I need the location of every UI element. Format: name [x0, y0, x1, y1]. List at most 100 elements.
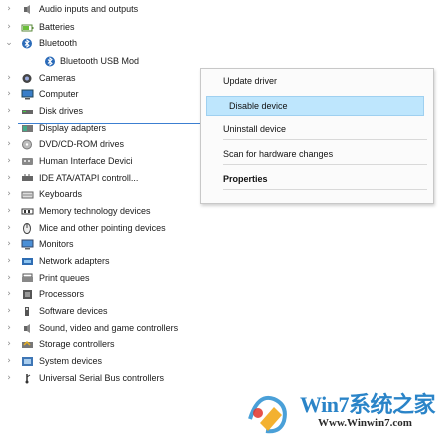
menu-item-properties[interactable]: Properties: [201, 170, 433, 188]
expand-chevron-icon: [4, 55, 14, 68]
tree-item[interactable]: › Software devices: [0, 305, 300, 318]
speaker-icon: [21, 323, 34, 334]
menu-item-update-driver[interactable]: Update driver: [201, 72, 433, 90]
menu-item-label: Properties: [223, 174, 268, 184]
tree-item[interactable]: › Sound, video and game controllers: [0, 322, 300, 335]
tree-item[interactable]: › Processors: [0, 288, 300, 301]
tree-item[interactable]: › Storage controllers: [0, 338, 300, 351]
expand-chevron-icon[interactable]: ›: [4, 3, 14, 16]
expand-chevron-icon[interactable]: ›: [4, 188, 14, 201]
bluetooth-icon: [21, 38, 34, 49]
expand-chevron-icon[interactable]: ›: [4, 272, 14, 285]
tree-item-label: Bluetooth: [39, 38, 78, 48]
watermark-logo-icon: [248, 396, 287, 434]
menu-item-label: Scan for hardware changes: [223, 149, 334, 159]
menu-item-disable-device[interactable]: Disable device: [206, 96, 424, 116]
tree-item[interactable]: Bluetooth USB Mod: [0, 55, 200, 68]
expand-chevron-icon[interactable]: ›: [4, 88, 14, 101]
menu-item-scan-for-hardware-changes[interactable]: Scan for hardware changes: [201, 145, 433, 163]
system-device-icon: [21, 356, 34, 367]
tree-item[interactable]: › Print queues: [0, 272, 300, 285]
tree-item-label: Computer: [39, 89, 79, 99]
tree-item-label: Mice and other pointing devices: [39, 223, 166, 233]
collapse-chevron-icon[interactable]: ⌄: [4, 37, 14, 50]
expand-chevron-icon[interactable]: ›: [4, 205, 14, 218]
tree-item-label: Monitors: [39, 239, 74, 249]
network-adapter-icon: [21, 256, 34, 267]
expand-chevron-icon[interactable]: ›: [4, 372, 14, 385]
tree-item[interactable]: › Universal Serial Bus controllers: [0, 372, 300, 385]
processor-icon: [21, 289, 34, 300]
tree-item-label: Sound, video and game controllers: [39, 323, 179, 333]
tree-item[interactable]: › Network adapters: [0, 255, 300, 268]
tree-item-label: Software devices: [39, 306, 108, 316]
expand-chevron-icon[interactable]: ›: [4, 305, 14, 318]
expand-chevron-icon[interactable]: ›: [4, 172, 14, 185]
tree-item-label: Storage controllers: [39, 339, 115, 349]
tree-item-label: Processors: [39, 289, 85, 299]
menu-item-label: Disable device: [229, 101, 288, 111]
memory-icon: [21, 206, 34, 217]
battery-icon: [21, 22, 34, 33]
tree-item[interactable]: › Mice and other pointing devices: [0, 222, 300, 235]
menu-item-label: Update driver: [223, 76, 278, 86]
menu-separator: [223, 139, 427, 140]
tree-item-label: Human Interface Devici: [39, 156, 133, 166]
expand-chevron-icon[interactable]: ›: [4, 72, 14, 85]
expand-chevron-icon[interactable]: ›: [4, 238, 14, 251]
menu-item-uninstall-device[interactable]: Uninstall device: [201, 120, 433, 138]
ide-controller-icon: [21, 173, 34, 184]
expand-chevron-icon[interactable]: ›: [4, 21, 14, 34]
watermark: Win7系统之家 Www.Winwin7.com: [240, 385, 440, 439]
storage-controller-icon: [21, 339, 34, 350]
menu-separator: [223, 189, 427, 190]
tree-item[interactable]: › Audio inputs and outputs: [0, 3, 300, 16]
tree-item-label: Print queues: [39, 273, 90, 283]
monitor-icon: [21, 239, 34, 250]
tree-item-label: System devices: [39, 356, 103, 366]
tree-item-label: Universal Serial Bus controllers: [39, 373, 165, 383]
tree-item-label: Bluetooth USB Mod: [60, 56, 140, 66]
tree-item-label: IDE ATA/ATAPI controll...: [39, 173, 139, 183]
expand-chevron-icon[interactable]: ›: [4, 355, 14, 368]
device-tree: › Audio inputs and outputs › Batteries ⌄ Blue…: [0, 0, 441, 439]
camera-icon: [21, 73, 34, 84]
hid-icon: [21, 156, 34, 167]
printer-icon: [21, 273, 34, 284]
tree-item-label: Batteries: [39, 22, 75, 32]
tree-item[interactable]: › Memory technology devices: [0, 205, 300, 218]
dvd-icon: [21, 139, 34, 150]
watermark-url: Www.Winwin7.com: [318, 417, 412, 429]
tree-item[interactable]: ⌄ Bluetooth: [0, 37, 300, 50]
expand-chevron-icon[interactable]: ›: [4, 105, 14, 118]
tree-item-label: Disk drives: [39, 106, 84, 116]
mouse-icon: [21, 223, 34, 234]
software-device-icon: [21, 306, 34, 317]
expand-chevron-icon[interactable]: ›: [4, 322, 14, 335]
watermark-title: Win7系统之家: [300, 392, 435, 417]
context-menu: Update driver Disable device Uninstall dev…: [200, 68, 434, 204]
expand-chevron-icon[interactable]: ›: [4, 138, 14, 151]
speaker-icon: [21, 4, 34, 15]
expand-chevron-icon[interactable]: ›: [4, 338, 14, 351]
display-adapter-icon: [21, 123, 34, 134]
expand-chevron-icon[interactable]: ›: [4, 288, 14, 301]
keyboard-icon: [21, 189, 34, 200]
expand-chevron-icon[interactable]: ›: [4, 222, 14, 235]
computer-icon: [21, 89, 34, 100]
expand-chevron-icon[interactable]: ›: [4, 155, 14, 168]
tree-item-label: DVD/CD-ROM drives: [39, 139, 125, 149]
tree-item-label: Memory technology devices: [39, 206, 151, 216]
tree-item-label: Cameras: [39, 73, 76, 83]
expand-chevron-icon[interactable]: ›: [4, 255, 14, 268]
tree-item[interactable]: › Monitors: [0, 238, 300, 251]
bluetooth-icon: [44, 56, 57, 67]
disk-drive-icon: [21, 106, 34, 117]
expand-chevron-icon[interactable]: ›: [4, 122, 14, 135]
tree-item-label: Audio inputs and outputs: [39, 4, 139, 14]
usb-icon: [21, 373, 34, 384]
tree-item[interactable]: › Batteries: [0, 21, 300, 34]
tree-item[interactable]: › System devices: [0, 355, 300, 368]
tree-item-label: Network adapters: [39, 256, 110, 266]
menu-separator: [223, 164, 427, 165]
